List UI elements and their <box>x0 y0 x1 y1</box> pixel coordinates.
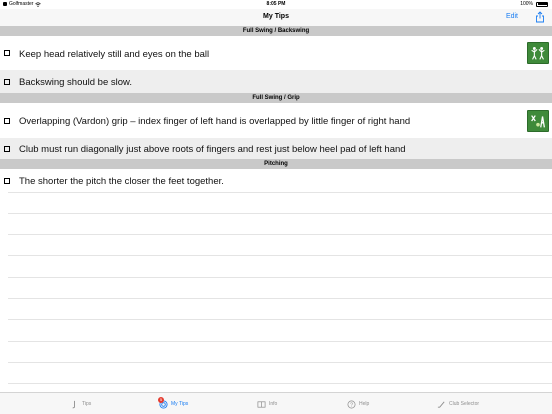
svg-text:?: ? <box>350 402 353 408</box>
tip-thumbnail-grip-icon[interactable] <box>527 110 549 132</box>
book-icon <box>257 400 266 408</box>
section-header-full-swing-grip: Full Swing / Grip <box>0 93 552 103</box>
tip-text: The shorter the pitch the closer the fee… <box>19 176 224 187</box>
tip-text: Backswing should be slow. <box>19 77 133 88</box>
tab-label: Tips <box>82 401 92 407</box>
list-item[interactable]: Keep head relatively still and eyes on t… <box>0 36 552 70</box>
section-header-pitching: Pitching <box>0 159 552 169</box>
row-separator <box>8 383 552 384</box>
checkbox[interactable] <box>4 79 10 85</box>
golf-club-icon <box>72 400 75 409</box>
list-item[interactable]: The shorter the pitch the closer the fee… <box>0 169 552 192</box>
target-icon: 5 <box>158 396 168 409</box>
tab-club-selector[interactable]: Club Selector <box>437 397 479 411</box>
tab-info[interactable]: Info <box>257 397 277 411</box>
row-separator <box>8 277 552 278</box>
row-separator <box>8 213 552 214</box>
tip-text: Overlapping (Vardon) grip – index finger… <box>19 116 411 127</box>
row-separator <box>8 362 552 363</box>
tab-label: Club Selector <box>449 401 480 407</box>
tab-bar: Tips 5 My Tips Info ? Help Club Selector <box>0 392 552 414</box>
edit-button[interactable]: Edit <box>506 13 518 20</box>
row-separator <box>8 192 552 193</box>
page-title: My Tips <box>263 13 289 20</box>
tab-label: Info <box>269 401 278 407</box>
checkbox[interactable] <box>4 146 10 152</box>
row-separator <box>8 319 552 320</box>
share-icon[interactable] <box>534 11 546 23</box>
badge: 5 <box>158 396 164 403</box>
battery-icon <box>536 1 548 7</box>
tip-text: Club must run diagonally just above root… <box>19 144 406 155</box>
tab-label: Help <box>359 401 370 407</box>
checkbox[interactable] <box>4 118 10 124</box>
tab-label: My Tips <box>171 401 189 407</box>
row-separator <box>8 298 552 299</box>
row-separator <box>8 255 552 256</box>
list-item[interactable]: Overlapping (Vardon) grip – index finger… <box>0 103 552 138</box>
section-header-full-swing-backswing: Full Swing / Backswing <box>0 26 552 36</box>
status-right: 100% <box>520 1 548 7</box>
checkbox[interactable] <box>4 50 10 56</box>
status-time: 8:05 PM <box>266 1 286 7</box>
battery-percent: 100% <box>520 1 533 7</box>
tip-text: Keep head relatively still and eyes on t… <box>19 49 210 60</box>
help-icon: ? <box>347 400 356 408</box>
row-separator <box>8 341 552 342</box>
nav-bar: My Tips Edit <box>0 9 552 26</box>
list-item[interactable]: Backswing should be slow. <box>0 70 552 93</box>
club-selector-icon <box>437 401 445 408</box>
tab-help[interactable]: ? Help <box>347 397 369 411</box>
list-item[interactable]: Club must run diagonally just above root… <box>0 138 552 159</box>
row-separator <box>8 234 552 235</box>
tab-my-tips[interactable]: 5 My Tips <box>158 396 189 411</box>
status-bar: Golfmaster 8:05 PM 100% <box>0 0 552 9</box>
tab-tips[interactable]: Tips <box>70 397 91 411</box>
checkbox[interactable] <box>4 178 10 184</box>
tip-thumbnail-golfer-icon[interactable] <box>527 42 549 64</box>
